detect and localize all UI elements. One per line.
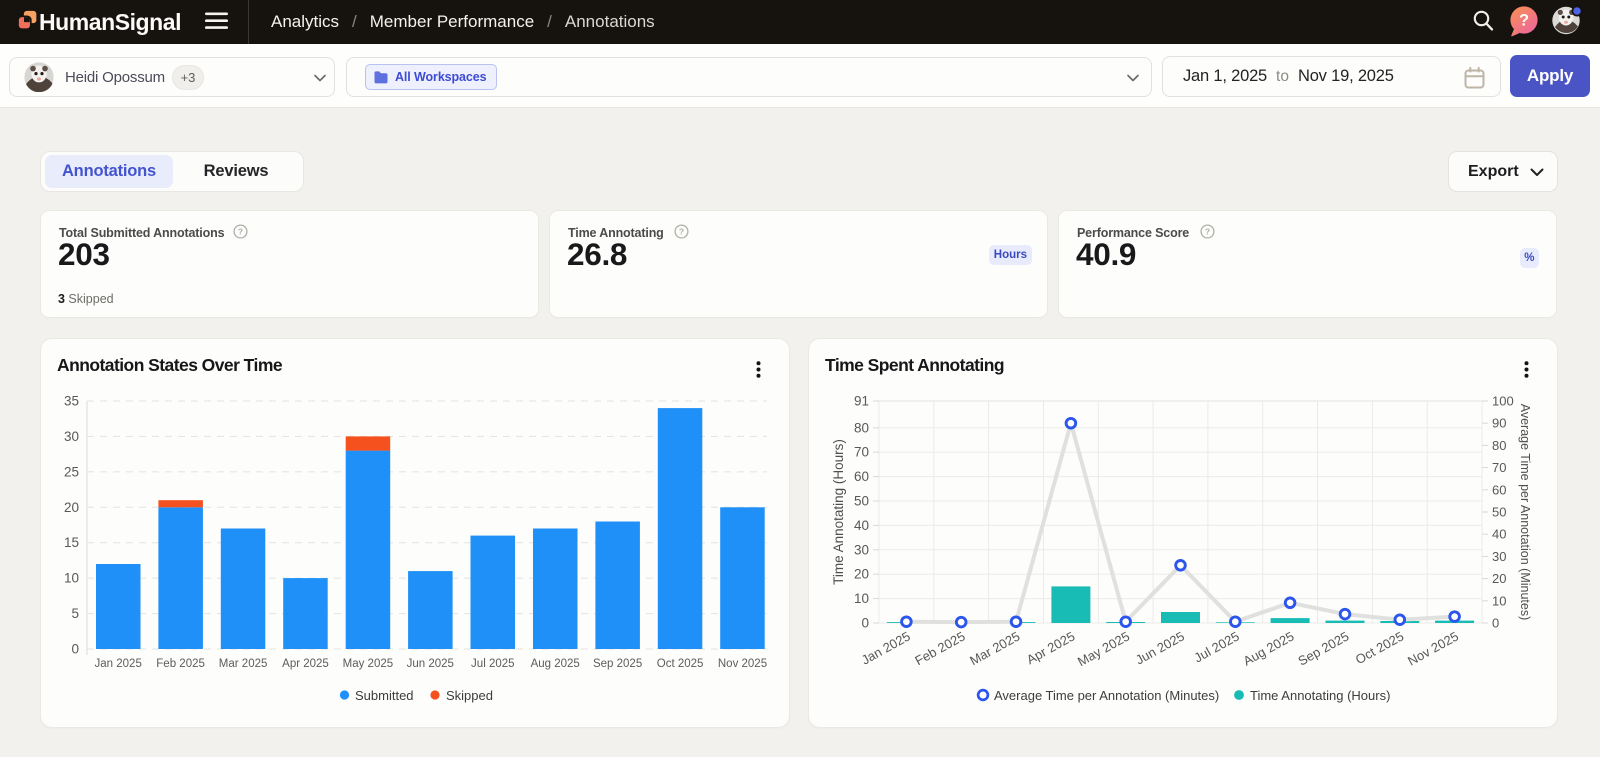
svg-text:30: 30 xyxy=(1492,549,1506,564)
svg-text:30: 30 xyxy=(64,429,79,444)
svg-text:May 2025: May 2025 xyxy=(343,658,394,670)
svg-text:?: ? xyxy=(1205,227,1210,237)
svg-text:Oct 2025: Oct 2025 xyxy=(657,658,704,670)
svg-text:20: 20 xyxy=(1492,571,1506,586)
svg-text:Oct 2025: Oct 2025 xyxy=(1353,629,1406,668)
svg-text:Time Annotating (Hours): Time Annotating (Hours) xyxy=(1250,688,1390,703)
svg-text:70: 70 xyxy=(1492,460,1506,475)
svg-text:Apr 2025: Apr 2025 xyxy=(1024,629,1077,668)
svg-text:May 2025: May 2025 xyxy=(1075,629,1132,670)
svg-text:30: 30 xyxy=(854,542,869,557)
svg-text:Nov 2025: Nov 2025 xyxy=(718,658,767,670)
svg-text:80: 80 xyxy=(1492,438,1506,453)
svg-text:Time Annotating (Hours): Time Annotating (Hours) xyxy=(831,439,846,585)
svg-text:90: 90 xyxy=(1492,416,1506,431)
svg-text:?: ? xyxy=(238,227,243,237)
svg-text:Aug 2025: Aug 2025 xyxy=(531,658,580,670)
svg-text:Jun 2025: Jun 2025 xyxy=(407,658,454,670)
svg-text:Jul 2025: Jul 2025 xyxy=(1191,629,1241,666)
svg-text:5: 5 xyxy=(71,606,79,621)
svg-text:40: 40 xyxy=(854,518,869,533)
svg-text:100: 100 xyxy=(1492,394,1514,409)
svg-text:0: 0 xyxy=(71,642,79,657)
svg-text:Jan 2025: Jan 2025 xyxy=(859,629,913,668)
svg-text:Jan 2025: Jan 2025 xyxy=(95,658,142,670)
svg-text:60: 60 xyxy=(1492,482,1506,497)
svg-text:25: 25 xyxy=(64,464,79,479)
svg-text:Mar 2025: Mar 2025 xyxy=(967,629,1022,669)
svg-text:0: 0 xyxy=(861,616,869,631)
svg-text:20: 20 xyxy=(64,500,79,515)
svg-text:Average Time per Annotation (M: Average Time per Annotation (Minutes) xyxy=(994,688,1219,703)
svg-text:60: 60 xyxy=(854,469,869,484)
svg-text:Nov 2025: Nov 2025 xyxy=(1405,629,1461,669)
svg-text:20: 20 xyxy=(854,567,869,582)
svg-text:0: 0 xyxy=(1492,616,1499,631)
svg-text:Jun 2025: Jun 2025 xyxy=(1133,629,1187,668)
svg-text:10: 10 xyxy=(854,591,869,606)
svg-text:?: ? xyxy=(1519,12,1529,30)
svg-text:?: ? xyxy=(679,227,684,237)
svg-text:10: 10 xyxy=(1492,593,1506,608)
svg-text:Feb 2025: Feb 2025 xyxy=(912,629,967,669)
svg-text:Sep 2025: Sep 2025 xyxy=(1295,629,1351,669)
svg-text:40: 40 xyxy=(1492,527,1506,542)
svg-text:Aug 2025: Aug 2025 xyxy=(1241,629,1297,669)
svg-text:Jul 2025: Jul 2025 xyxy=(471,658,514,670)
svg-text:Skipped: Skipped xyxy=(446,688,493,703)
svg-text:70: 70 xyxy=(854,445,869,460)
svg-text:91: 91 xyxy=(854,394,869,409)
svg-text:35: 35 xyxy=(64,394,79,409)
svg-text:Feb 2025: Feb 2025 xyxy=(156,658,205,670)
svg-text:15: 15 xyxy=(64,535,79,550)
svg-text:Submitted: Submitted xyxy=(355,688,414,703)
svg-text:50: 50 xyxy=(1492,505,1506,520)
svg-text:Sep 2025: Sep 2025 xyxy=(593,658,642,670)
svg-text:50: 50 xyxy=(854,494,869,509)
svg-text:Mar 2025: Mar 2025 xyxy=(219,658,268,670)
svg-text:Average Time per Annotation (M: Average Time per Annotation (Minutes) xyxy=(1518,404,1532,621)
svg-text:80: 80 xyxy=(854,420,869,435)
svg-text:Apr 2025: Apr 2025 xyxy=(282,658,329,670)
svg-text:10: 10 xyxy=(64,571,79,586)
